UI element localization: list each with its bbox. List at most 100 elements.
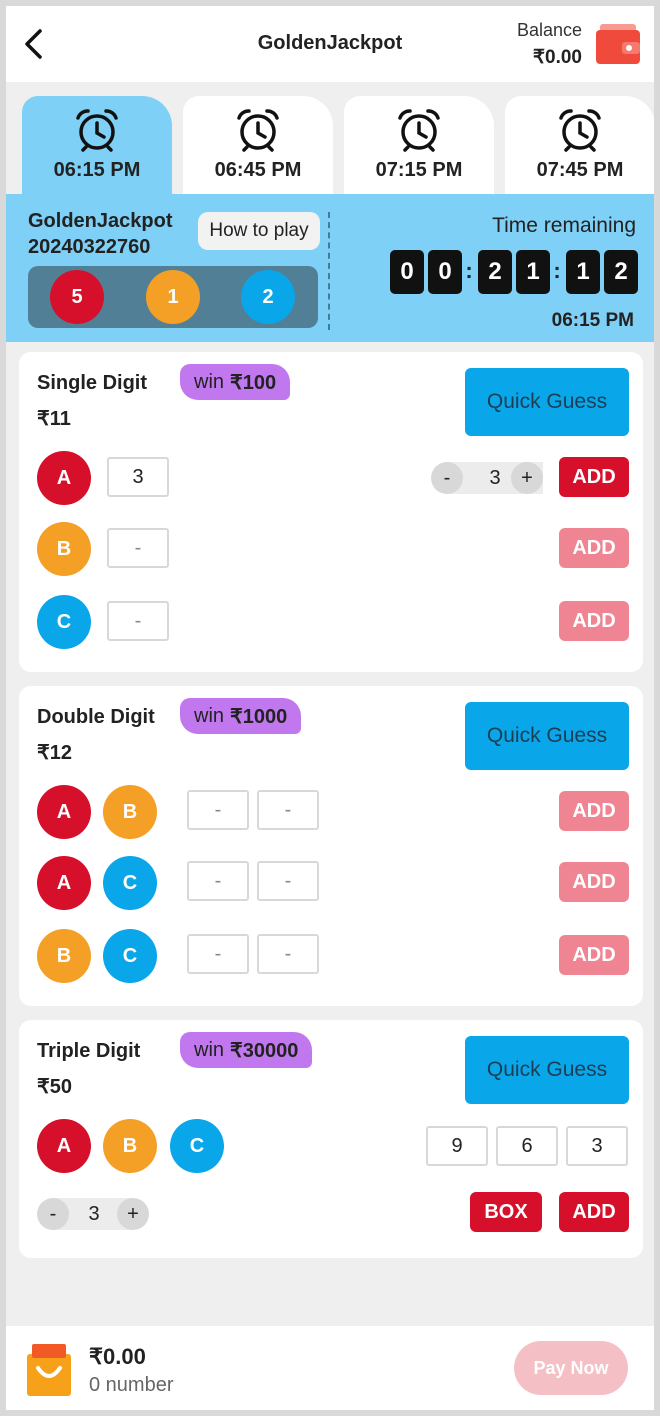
quick-guess-button[interactable]: Quick Guess	[465, 1036, 629, 1104]
timer-digit: 0	[390, 250, 424, 294]
win-amount: ₹1000	[230, 705, 288, 728]
card-price: ₹11	[37, 408, 71, 430]
digit-input-b[interactable]	[107, 528, 169, 568]
ball-a: A	[37, 1119, 91, 1173]
ball-c: C	[103, 929, 157, 983]
result-ball-a: 5	[50, 270, 104, 324]
ball-a: A	[37, 451, 91, 505]
ball-c: C	[170, 1119, 224, 1173]
add-button-b[interactable]: ADD	[559, 528, 629, 568]
time-remaining-label: Time remaining	[492, 214, 636, 237]
win-amount: ₹100	[230, 371, 277, 394]
game-name: GoldenJackpot	[28, 210, 173, 232]
digit-input-a[interactable]	[426, 1126, 488, 1166]
card-title: Triple Digit	[37, 1040, 141, 1062]
card-price: ₹50	[37, 1076, 72, 1098]
timer-colon: :	[465, 258, 473, 283]
digit-input-c[interactable]	[107, 601, 169, 641]
result-ball-c: 2	[241, 270, 295, 324]
single-digit-card: Single Digit ₹11 win₹100 Quick Guess A -…	[19, 352, 643, 672]
result-ball-b: 1	[146, 270, 200, 324]
ball-b: B	[37, 522, 91, 576]
quick-guess-button[interactable]: Quick Guess	[465, 702, 629, 770]
draw-time: 06:15 PM	[551, 310, 634, 331]
game-info-banner: GoldenJackpot 20240322760 How to play 5 …	[6, 194, 654, 342]
decrement-button[interactable]: -	[431, 462, 463, 494]
header: GoldenJackpot Balance ₹0.00	[6, 6, 654, 82]
win-tag: win ₹100	[180, 364, 291, 400]
timer-colon: :	[553, 258, 561, 283]
alarm-clock-icon	[237, 109, 279, 152]
tab-label: 07:45 PM	[536, 159, 624, 181]
ball-b: B	[103, 785, 157, 839]
card-title: Single Digit	[37, 372, 147, 394]
tab-label: 06:45 PM	[214, 159, 302, 181]
decrement-button[interactable]: -	[37, 1198, 69, 1230]
digit-input-a[interactable]	[107, 457, 169, 497]
shopping-bag-icon	[27, 1344, 71, 1396]
double-digit-card: Double Digit ₹12 win ₹1000 Quick Guess A …	[19, 686, 643, 1006]
timer-digit: 2	[604, 250, 638, 294]
card-title: Double Digit	[37, 706, 155, 728]
add-button-c[interactable]: ADD	[559, 601, 629, 641]
tab-0745[interactable]: 07:45 PM	[505, 96, 654, 196]
win-label: win	[194, 1038, 225, 1061]
win-amount: ₹30000	[230, 1039, 299, 1062]
increment-button[interactable]: +	[511, 462, 543, 494]
increment-button[interactable]: +	[117, 1198, 149, 1230]
balance-value: ₹0.00	[532, 47, 582, 68]
last-result-box: 5 1 2	[28, 266, 318, 328]
tab-0645[interactable]: 06:45 PM	[183, 96, 333, 196]
win-tag: win ₹30000	[180, 1032, 313, 1068]
card-price: ₹12	[37, 742, 72, 764]
tab-0615[interactable]: 06:15 PM	[22, 96, 172, 196]
alarm-clock-icon	[76, 109, 118, 152]
quantity-value: 3	[88, 1203, 100, 1225]
ball-b: B	[37, 929, 91, 983]
tab-label: 07:15 PM	[375, 159, 463, 181]
banner-divider	[328, 212, 330, 330]
triple-digit-card: Triple Digit ₹50 win ₹30000 Quick Guess A…	[19, 1020, 643, 1258]
win-label: win	[194, 370, 225, 393]
win-tag: win ₹1000	[180, 698, 302, 734]
digit-input-c[interactable]	[566, 1126, 628, 1166]
digit-input[interactable]	[257, 934, 319, 974]
quantity-value: 3	[489, 467, 501, 489]
digit-input-b[interactable]	[496, 1126, 558, 1166]
add-button-a[interactable]: ADD	[559, 457, 629, 497]
ball-c: C	[103, 856, 157, 910]
add-button-bc[interactable]: ADD	[559, 935, 629, 975]
how-to-play-button[interactable]: How to play	[198, 212, 320, 250]
ball-b: B	[103, 1119, 157, 1173]
alarm-clock-icon	[559, 109, 601, 152]
quantity-stepper: - 3 +	[431, 462, 559, 494]
timer-digit: 1	[566, 250, 600, 294]
digit-input[interactable]	[187, 934, 249, 974]
digit-input[interactable]	[257, 861, 319, 901]
digit-input[interactable]	[187, 790, 249, 830]
checkout-bar: ₹0.00 0 number Pay Now	[6, 1326, 654, 1410]
timer-digit: 2	[478, 250, 512, 294]
balance-label: Balance	[516, 20, 582, 40]
add-button-ac[interactable]: ADD	[559, 862, 629, 902]
cart-count: 0 number	[89, 1374, 174, 1396]
app-frame: GoldenJackpot Balance ₹0.00 06:15 PM 06:…	[6, 6, 654, 1410]
box-button[interactable]: BOX	[470, 1192, 542, 1232]
add-button-ab[interactable]: ADD	[559, 791, 629, 831]
quick-guess-button[interactable]: Quick Guess	[465, 368, 629, 436]
add-button-abc[interactable]: ADD	[559, 1192, 629, 1232]
timer-digit: 0	[428, 250, 462, 294]
digit-input[interactable]	[187, 861, 249, 901]
countdown-timer: 0 0 : 2 1 : 1 2	[390, 250, 640, 296]
pay-now-button[interactable]: Pay Now	[514, 1341, 628, 1395]
ball-a: A	[37, 856, 91, 910]
ball-c: C	[37, 595, 91, 649]
quantity-stepper: - 3 +	[37, 1198, 151, 1230]
tab-0715[interactable]: 07:15 PM	[344, 96, 494, 196]
ball-a: A	[37, 785, 91, 839]
wallet-icon[interactable]	[594, 22, 642, 66]
draw-time-tabs: 06:15 PM 06:45 PM 07:15 PM 07:45 PM	[22, 96, 654, 196]
game-issue-number: 20240322760	[28, 236, 151, 258]
win-label: win	[194, 704, 225, 727]
digit-input[interactable]	[257, 790, 319, 830]
